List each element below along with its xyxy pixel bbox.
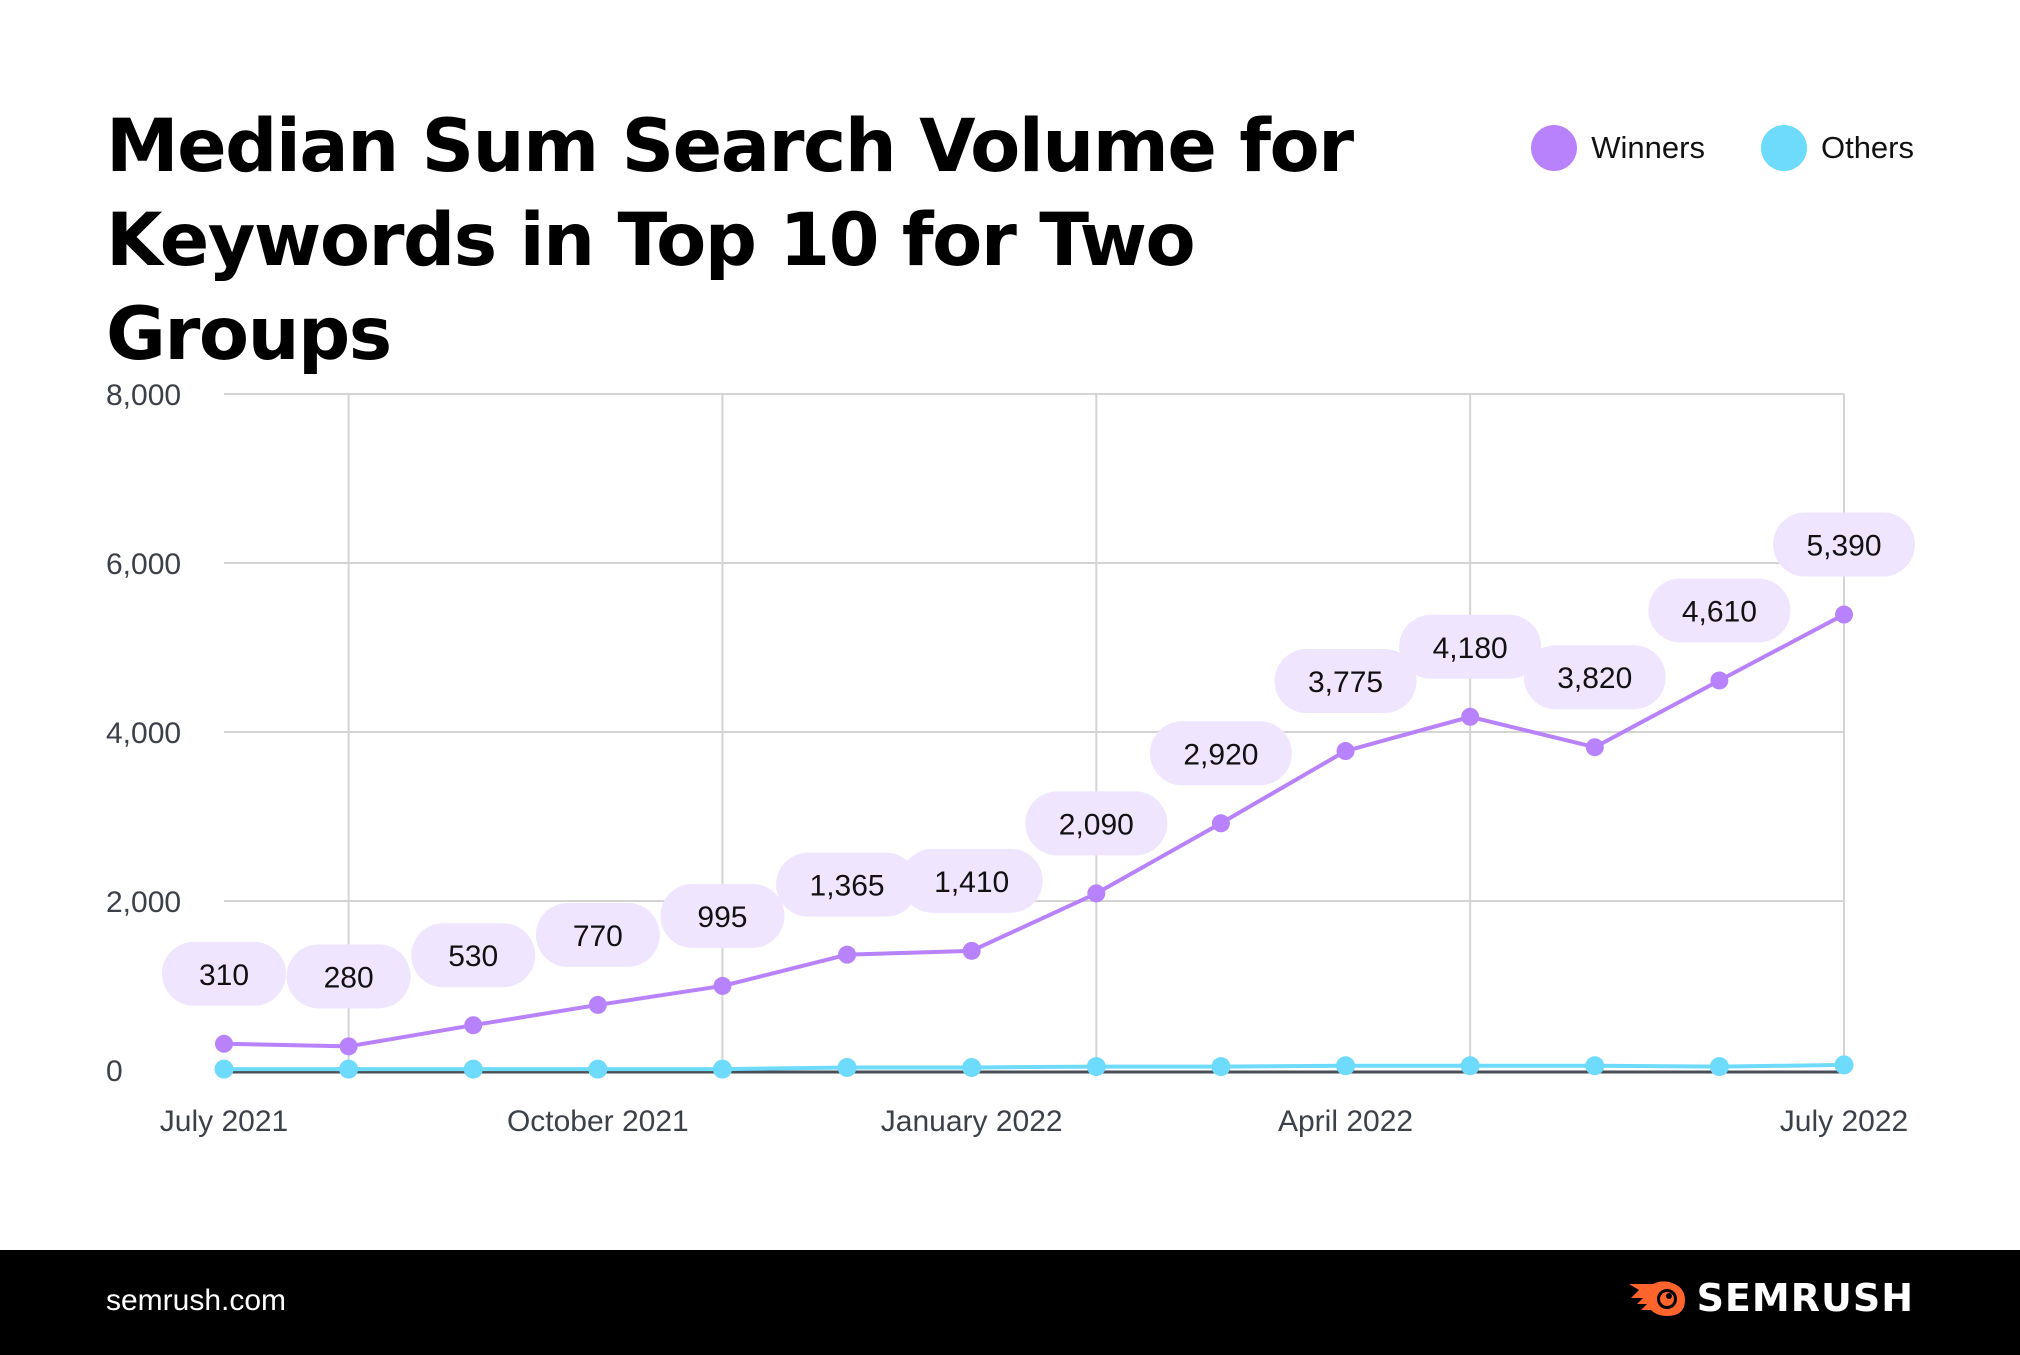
data-point-others [1585, 1056, 1605, 1076]
footer-site-link[interactable]: semrush.com [106, 1284, 286, 1318]
x-tick-label: April 2022 [1278, 1105, 1413, 1138]
data-point-others [1336, 1056, 1356, 1076]
data-point-winners [339, 1037, 358, 1056]
data-label: 3,775 [1308, 666, 1383, 699]
data-label: 530 [448, 940, 498, 973]
data-point-others [962, 1057, 982, 1077]
data-point-others [1709, 1057, 1729, 1077]
data-label: 2,920 [1183, 738, 1258, 771]
data-label: 5,390 [1806, 530, 1881, 563]
data-point-winners [962, 941, 981, 960]
data-label: 310 [199, 959, 249, 992]
data-point-others [712, 1059, 732, 1079]
data-point-winners [464, 1016, 483, 1035]
y-tick-label: 6,000 [106, 548, 181, 581]
data-label: 4,610 [1682, 595, 1757, 628]
y-tick-label: 2,000 [106, 886, 181, 919]
data-point-winners [838, 945, 857, 964]
data-point-others [588, 1059, 608, 1079]
data-label: 4,180 [1433, 632, 1508, 665]
y-tick-label: 0 [106, 1055, 123, 1088]
data-point-winners [1461, 707, 1480, 726]
data-label: 3,820 [1557, 662, 1632, 695]
semrush-wordmark: SEMRUSH [1696, 1276, 1914, 1320]
x-tick-label: January 2022 [881, 1105, 1063, 1138]
footer: semrush.com SEMRUSH [0, 1250, 2020, 1355]
x-tick-label: July 2021 [160, 1105, 288, 1138]
data-point-others [463, 1059, 483, 1079]
y-tick-label: 8,000 [106, 379, 181, 412]
data-point-others [1460, 1056, 1480, 1076]
data-label: 1,410 [934, 866, 1009, 899]
data-point-winners [588, 995, 607, 1014]
data-point-others [837, 1057, 857, 1077]
data-point-winners [1835, 605, 1853, 624]
data-point-winners [215, 1034, 233, 1053]
data-point-winners [1585, 738, 1604, 757]
data-label: 995 [697, 901, 747, 934]
semrush-fireball-icon [1628, 1281, 1685, 1316]
data-label: 2,090 [1059, 808, 1134, 841]
x-tick-label: October 2021 [507, 1105, 689, 1138]
data-point-winners [1710, 671, 1729, 690]
data-point-others [1086, 1057, 1106, 1077]
x-tick-label: July 2022 [1780, 1105, 1908, 1138]
data-point-winners [1336, 742, 1355, 761]
data-label: 280 [324, 961, 374, 994]
data-label: 1,365 [810, 870, 885, 903]
data-point-winners [713, 976, 732, 995]
data-point-others [1211, 1057, 1231, 1077]
line-chart: 0 2,000 4,000 6,000 8,000 July 2021 October 20… [106, 379, 1915, 1138]
data-label: 770 [573, 920, 623, 953]
data-point-others [214, 1059, 234, 1079]
data-point-others [339, 1059, 359, 1079]
semrush-logo: SEMRUSH [1627, 1276, 1914, 1320]
data-point-others [1834, 1055, 1854, 1075]
data-point-winners [1087, 884, 1106, 903]
data-point-winners [1211, 814, 1230, 833]
y-tick-label: 4,000 [106, 717, 181, 750]
